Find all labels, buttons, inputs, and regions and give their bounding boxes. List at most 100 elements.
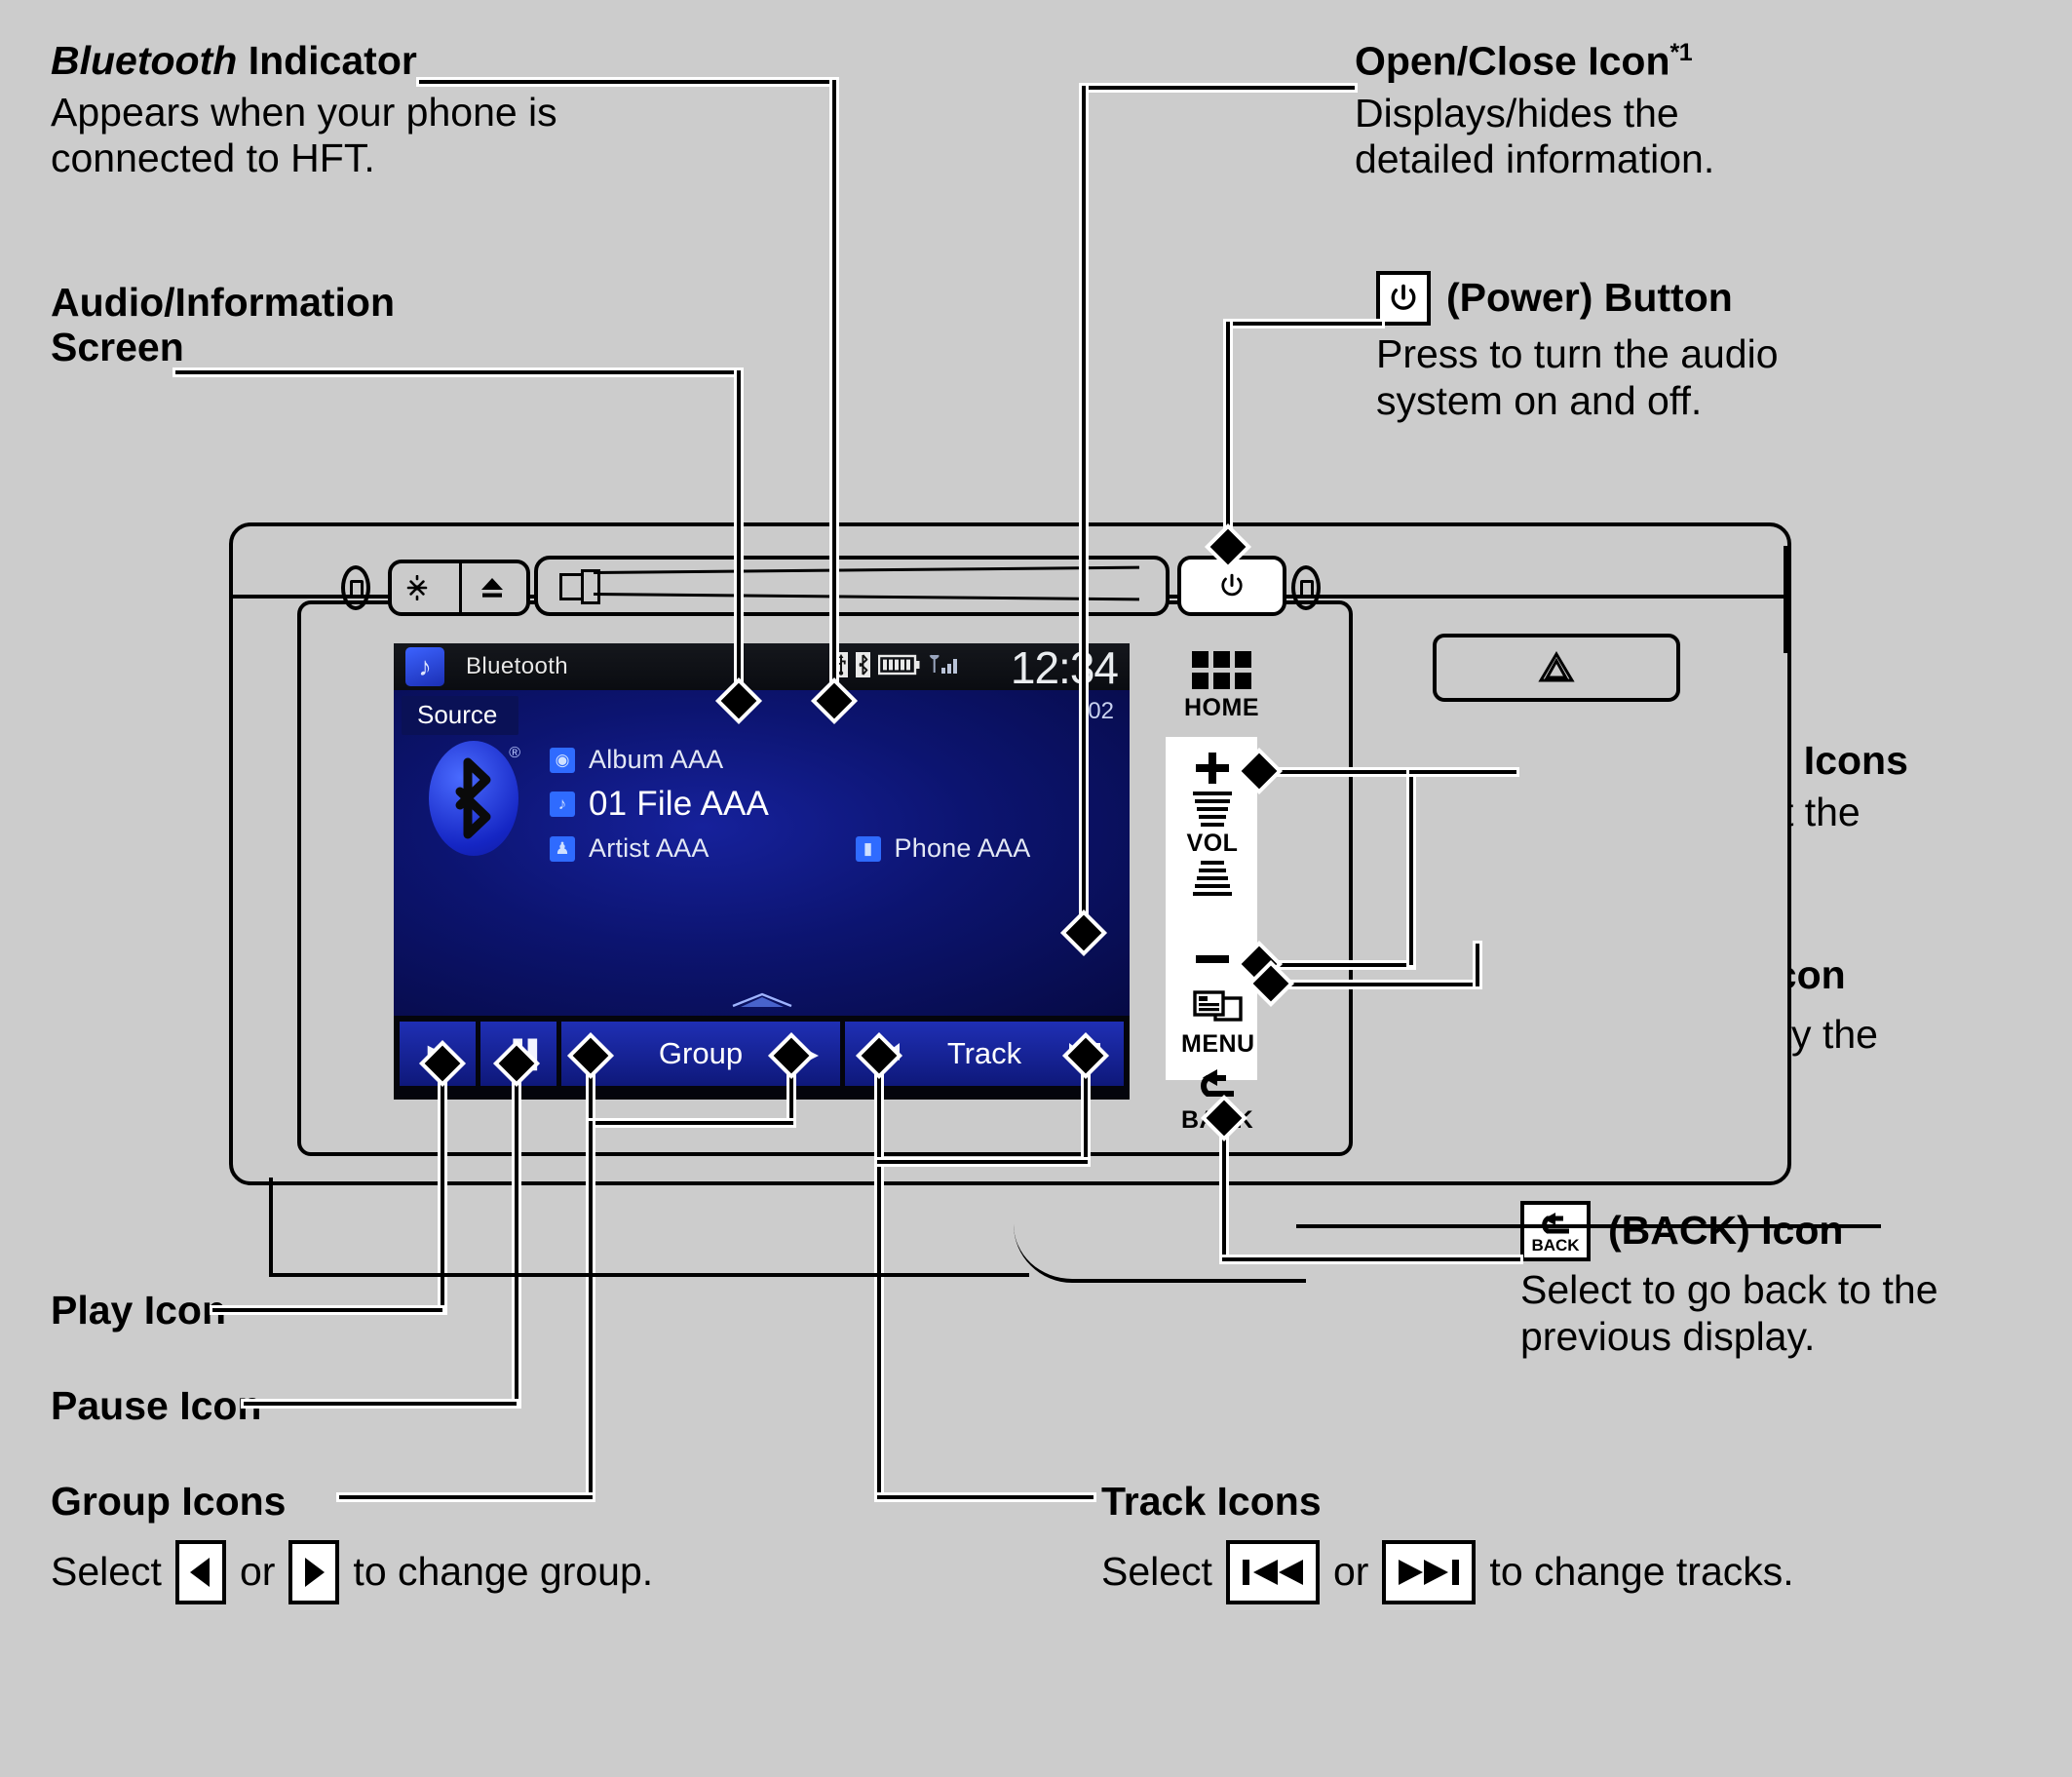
display-mode-eject-button[interactable] — [388, 560, 530, 616]
metadata-row-artist: ♟ Artist AAA ▮ Phone AAA — [550, 833, 1030, 864]
skip-next-icon — [1382, 1539, 1477, 1604]
registered-mark: ® — [509, 745, 520, 761]
callout-title-text: (Power) Button — [1446, 275, 1733, 321]
trim-contour-bottom-right — [1296, 1224, 1881, 1228]
leader-pause-v — [515, 1062, 518, 1406]
trim-contour-curve — [1014, 1224, 1306, 1283]
home-icon — [1192, 651, 1251, 689]
callout-power-button: (Power) Button Press to turn the audio s… — [1376, 271, 1863, 424]
phone-text: Phone AAA — [894, 833, 1031, 863]
trim-contour-bottom — [269, 1273, 1029, 1277]
track-label: Track — [946, 1036, 1022, 1070]
minus-icon — [1196, 955, 1229, 963]
screw-cap-right — [1291, 565, 1321, 610]
menu-label: MENU — [1181, 1030, 1255, 1058]
status-clock: 12:34 — [1010, 643, 1119, 693]
usb-icon — [834, 652, 848, 677]
menu-button[interactable]: MENU — [1181, 988, 1255, 1059]
callout-play-icon: Play Icon — [51, 1288, 227, 1333]
group-label: Group — [658, 1036, 744, 1070]
leader-track-join-h — [877, 1160, 1088, 1164]
power-icon — [1376, 271, 1431, 326]
back-icon: BACK — [1520, 1201, 1591, 1261]
source-tab[interactable]: Source — [402, 696, 519, 735]
track-metadata: ◉ Album AAA ♪ 01 File AAA ♟ Artist AAA ▮… — [550, 745, 1030, 873]
leader-vol-join-v — [1409, 770, 1413, 965]
callout-title-rest: Indicator — [237, 38, 417, 83]
leader-power-h — [1226, 322, 1382, 326]
callout-title: Pause Icon — [51, 1383, 262, 1428]
metadata-row-album: ◉ Album AAA — [550, 745, 1030, 775]
leader-open-close-h — [1082, 86, 1355, 90]
plus-icon — [1196, 753, 1229, 784]
back-icon-label: BACK — [1531, 1235, 1580, 1255]
album-icon: ◉ — [550, 747, 575, 773]
callout-prose: Select or to change tracks. — [1101, 1539, 1794, 1604]
triangle-right-icon — [288, 1539, 340, 1604]
note-icon: ♪ — [550, 792, 575, 817]
artist-icon: ♟ — [550, 835, 575, 862]
phone-icon: ▮ — [855, 835, 881, 862]
callout-title: Play Icon — [51, 1288, 227, 1333]
leader-vol-plus-h — [1257, 770, 1413, 774]
volume-bars-lower — [1193, 861, 1232, 896]
status-icon-group — [834, 652, 962, 677]
status-bar: ♪ Bluetooth 12:34 — [394, 643, 1130, 693]
leader-group-down-v — [589, 1121, 593, 1499]
prose-middle: or — [239, 1549, 276, 1595]
callout-body: Select to go back to the previous displa… — [1520, 1267, 1938, 1359]
callout-audio-information-screen: Audio/Information Screen — [51, 280, 518, 370]
callout-body: Displays/hides the detailed information. — [1355, 90, 1715, 182]
prose-prefix: Select — [1101, 1549, 1212, 1595]
leader-audio-screen-v — [737, 370, 741, 702]
prose-middle: or — [1332, 1549, 1369, 1595]
audio-information-screen[interactable]: ♪ Bluetooth 12:34 Source 02 ® ◉ Album AA… — [394, 643, 1130, 1100]
callout-title: BACK (BACK) Icon — [1520, 1201, 2008, 1261]
volume-down-button[interactable] — [1191, 951, 1234, 967]
bluetooth-logo: ® — [429, 741, 520, 856]
leader-open-close-v — [1082, 86, 1086, 934]
callout-track-icons: Track Icons Select or to change tracks. — [1101, 1479, 1794, 1604]
home-label: HOME — [1184, 694, 1259, 721]
eject-icon[interactable] — [462, 563, 522, 612]
battery-icon — [878, 654, 921, 676]
power-button[interactable] — [1177, 556, 1286, 616]
metadata-row-file: ♪ 01 File AAA — [550, 785, 1030, 824]
leader-pause-h — [244, 1402, 517, 1406]
leader-bluetooth-indicator-h — [419, 80, 836, 84]
leader-bluetooth-indicator-v — [832, 80, 836, 702]
leader-play-h — [212, 1308, 442, 1312]
callout-title-italic: Bluetooth — [51, 38, 238, 83]
open-close-icon[interactable] — [731, 991, 793, 1014]
triangle-left-icon — [174, 1539, 226, 1604]
power-icon — [1221, 573, 1243, 597]
callout-title: Track Icons — [1101, 1479, 1322, 1524]
callout-prose: Select or to change group. — [51, 1539, 654, 1604]
callout-title: Bluetooth Indicator — [51, 38, 557, 84]
callout-title-text: Open/Close Icon — [1355, 38, 1670, 84]
leader-group-out-h — [339, 1495, 593, 1499]
hazard-button[interactable] — [1433, 634, 1680, 702]
callout-body: Press to turn the audio system on and of… — [1376, 331, 1779, 423]
volume-up-button[interactable] — [1191, 749, 1234, 788]
leader-menu-h — [1269, 983, 1479, 986]
home-button[interactable]: HOME — [1184, 651, 1259, 722]
callout-body: Appears when your phone is connected to … — [51, 89, 557, 181]
signal-icon — [929, 653, 962, 676]
leader-menu-v — [1476, 944, 1479, 986]
leader-track-out-h — [877, 1495, 1094, 1499]
prose-suffix: to change group. — [353, 1549, 654, 1595]
callout-pause-icon: Pause Icon — [51, 1383, 262, 1429]
hazard-icon — [1538, 651, 1575, 682]
callout-superscript: *1 — [1669, 39, 1693, 66]
callout-title: Open/Close Icon*1 — [1355, 39, 1784, 85]
vol-label: VOL — [1186, 830, 1239, 857]
skip-previous-icon — [1225, 1539, 1320, 1604]
back-icon — [1201, 1069, 1235, 1097]
disc-slot[interactable] — [534, 556, 1170, 616]
leader-power-v — [1226, 322, 1230, 538]
callout-title: Audio/Information Screen — [51, 280, 396, 369]
display-mode-icon[interactable] — [392, 563, 459, 612]
callout-open-close-icon: Open/Close Icon*1 Displays/hides the det… — [1355, 39, 1784, 183]
now-playing-panel: Source 02 ® ◉ Album AAA ♪ 01 File AAA ♟ — [394, 690, 1130, 1016]
